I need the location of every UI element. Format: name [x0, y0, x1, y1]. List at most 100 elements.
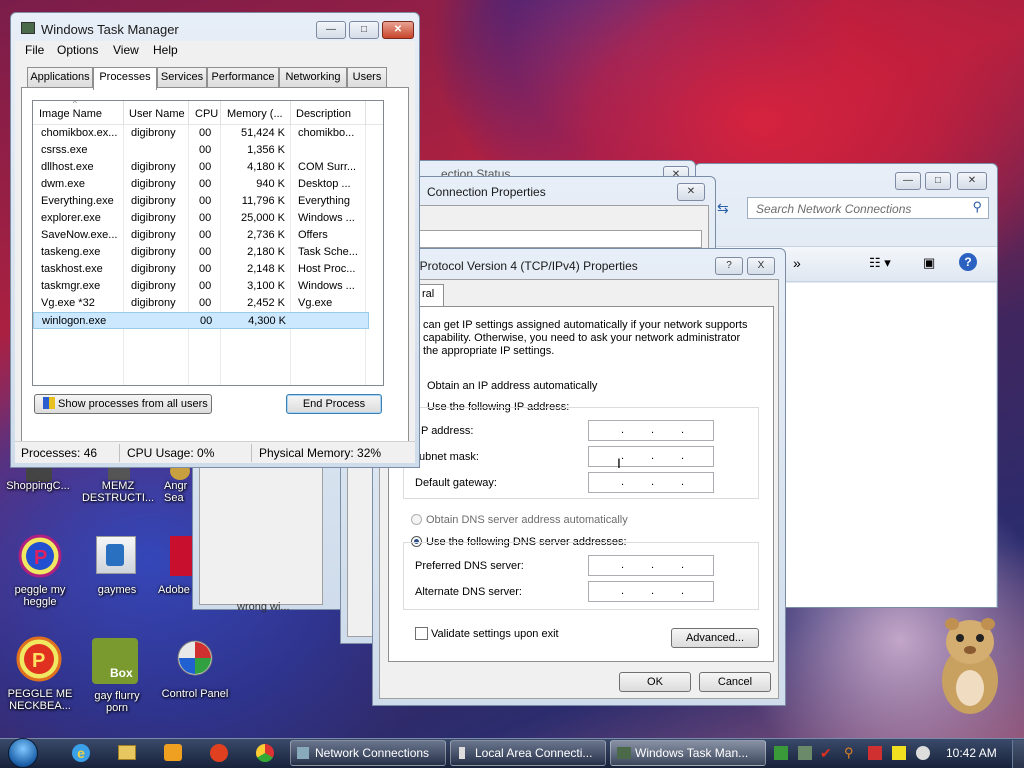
tray-icon-green[interactable]	[774, 746, 788, 760]
tray-icon-yellow[interactable]	[892, 746, 906, 760]
table-row[interactable]: dwm.exe digibrony 00 940 K Desktop ...	[33, 176, 369, 193]
table-row[interactable]: chomikbox.ex... digibrony 00 51,424 K chomik…	[33, 125, 369, 142]
show-processes-all-users-button[interactable]: Show processes from all users	[34, 394, 212, 414]
table-cell: 00	[199, 195, 212, 207]
tab-services[interactable]: Services	[157, 67, 207, 87]
table-cell: digibrony	[131, 229, 176, 241]
close-button[interactable]: X	[747, 257, 775, 275]
tab-general[interactable]: ral	[418, 284, 444, 307]
validate-checkbox[interactable]: Validate settings upon exit	[415, 627, 559, 640]
status-cpu: CPU Usage: 0%	[127, 446, 215, 460]
subnet-mask-field[interactable]: ...	[588, 446, 714, 467]
desktop-icon-peggle-me[interactable]: P PEGGLE ME NECKBEA...	[2, 636, 78, 720]
table-row[interactable]: taskeng.exe digibrony 00 2,180 K Task Sche..…	[33, 244, 369, 261]
ok-button[interactable]: OK	[619, 672, 691, 692]
table-row[interactable]: csrss.exe 00 1,356 K	[33, 142, 369, 159]
table-row[interactable]: Vg.exe *32 digibrony 00 2,452 K Vg.exe	[33, 295, 369, 312]
client-area: Applications Processes Services Performa…	[15, 61, 415, 463]
explorer-icon[interactable]	[118, 745, 136, 760]
start-button[interactable]	[4, 738, 44, 768]
table-row[interactable]: explorer.exe digibrony 00 25,000 K Windows .…	[33, 210, 369, 227]
menu-help[interactable]: Help	[153, 43, 178, 57]
tray-icon-search[interactable]: ⚲	[844, 746, 858, 760]
preview-pane-icon[interactable]: ▣	[923, 255, 935, 271]
maximize-button[interactable]: □	[349, 21, 379, 39]
search-icon: ⚲	[972, 199, 982, 214]
table-cell: COM Surr...	[298, 161, 357, 173]
table-row[interactable]: dllhost.exe digibrony 00 4,180 K COM Surr...	[33, 159, 369, 176]
refresh-icon[interactable]: ⇆	[717, 200, 729, 217]
search-input[interactable]: Search Network Connections	[756, 202, 911, 216]
obtain-dns-auto-radio[interactable]: Obtain DNS server address automatically	[411, 514, 628, 526]
taskbar-local-area-connection[interactable]: Local Area Connecti...	[450, 740, 606, 766]
alternate-dns-field[interactable]: ...	[588, 581, 714, 602]
table-cell: 00	[199, 144, 212, 156]
tab-networking[interactable]: Networking	[279, 67, 347, 87]
table-row[interactable]: Everything.exe digibrony 00 11,796 K Everyth…	[33, 193, 369, 210]
desktop-icon-gay-flurry[interactable]: Box gay flurry porn	[84, 636, 150, 720]
help-icon[interactable]: ?	[959, 253, 977, 271]
table-cell: 2,148 K	[247, 263, 285, 275]
menu-options[interactable]: Options	[57, 43, 98, 57]
tray-icon-flag[interactable]	[868, 746, 882, 760]
table-cell: explorer.exe	[41, 212, 101, 224]
minimize-button[interactable]: —	[895, 172, 921, 190]
desktop-icon-label: PEGGLE ME NECKBEA...	[7, 688, 73, 712]
table-cell: taskmgr.exe	[41, 280, 101, 292]
end-process-button[interactable]: End Process	[286, 394, 382, 414]
tab-users[interactable]: Users	[347, 67, 387, 87]
alternate-dns-label: Alternate DNS server:	[415, 586, 522, 598]
chrome-icon[interactable]	[256, 744, 274, 762]
process-list[interactable]: ^ Image Name User Name CPU Memory (... D…	[32, 100, 384, 386]
tab-processes[interactable]: Processes	[93, 67, 157, 90]
advanced-button[interactable]: Advanced...	[671, 628, 759, 648]
desktop-icon-peggle-my-heggle[interactable]: P peggle my heggle	[4, 532, 76, 614]
taskbar-task-manager[interactable]: Windows Task Man...	[610, 740, 766, 766]
app-icon[interactable]	[210, 744, 228, 762]
ip-address-field[interactable]: ...	[588, 420, 714, 441]
media-player-icon[interactable]	[164, 744, 182, 761]
column-memory[interactable]: Memory (...	[227, 108, 283, 120]
taskbar-network-connections[interactable]: Network Connections	[290, 740, 446, 766]
maximize-button[interactable]: □	[925, 172, 951, 190]
ie-icon[interactable]: e	[72, 744, 90, 762]
menu-file[interactable]: File	[25, 43, 44, 57]
close-button[interactable]: ✕	[957, 172, 987, 190]
table-row[interactable]: taskmgr.exe digibrony 00 3,100 K Windows ...	[33, 278, 369, 295]
tray-icon-speaker[interactable]	[916, 746, 930, 760]
desktop-icon-label: Adobe	[158, 584, 190, 596]
table-row[interactable]: taskhost.exe digibrony 00 2,148 K Host Proc.…	[33, 261, 369, 278]
tab-performance[interactable]: Performance	[207, 67, 279, 87]
task-manager-window[interactable]: Windows Task Manager — □ ✕ File Options …	[10, 12, 420, 468]
tcpip-properties-dialog[interactable]: t Protocol Version 4 (TCP/IPv4) Properti…	[372, 248, 786, 706]
column-user-name[interactable]: User Name	[129, 108, 185, 120]
search-box[interactable]: Search Network Connections ⚲	[747, 197, 989, 219]
tray-icon-check[interactable]: ✔	[820, 746, 834, 760]
table-cell: Host Proc...	[298, 263, 356, 275]
table-row[interactable]: SaveNow.exe... digibrony 00 2,736 K Offers	[33, 227, 369, 244]
column-cpu[interactable]: CPU	[195, 108, 218, 120]
minimize-button[interactable]: —	[316, 21, 346, 39]
desktop-icon-adobe[interactable]: Adobe	[154, 532, 194, 602]
view-options-icon[interactable]: ☷ ▾	[869, 255, 891, 271]
close-button[interactable]: ✕	[677, 183, 705, 201]
default-gateway-field[interactable]: ...	[588, 472, 714, 493]
tray-icon-grid[interactable]	[798, 746, 812, 760]
status-memory: Physical Memory: 32%	[259, 446, 382, 460]
close-button[interactable]: ✕	[382, 21, 414, 39]
help-button[interactable]: ?	[715, 257, 743, 275]
clock[interactable]: 10:42 AM	[946, 746, 997, 760]
desktop-icon-gaymes[interactable]: gaymes	[86, 532, 148, 602]
chevron-right-icon[interactable]: »	[793, 255, 801, 271]
column-image-name[interactable]: Image Name	[39, 108, 125, 120]
table-cell: Task Sche...	[298, 246, 358, 258]
obtain-ip-auto-radio[interactable]: Obtain an IP address automatically	[427, 380, 597, 392]
column-description[interactable]: Description	[296, 108, 351, 120]
desktop-icon-control-panel[interactable]: Control Panel	[156, 636, 234, 706]
table-row[interactable]: winlogon.exe 00 4,300 K	[33, 312, 369, 329]
tab-applications[interactable]: Applications	[27, 67, 93, 87]
preferred-dns-field[interactable]: ...	[588, 555, 714, 576]
cancel-button[interactable]: Cancel	[699, 672, 771, 692]
show-desktop-button[interactable]	[1012, 740, 1024, 768]
menu-view[interactable]: View	[113, 43, 139, 57]
